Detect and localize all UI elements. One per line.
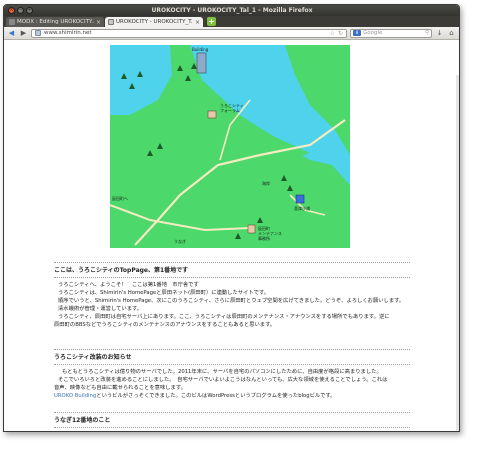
map-building-icon (196, 52, 207, 74)
tab-label: MODX : Editing UROKOCITY... (17, 19, 94, 25)
section-toppage: ここは、うろこシティのTopPage、第1番地です うろこシティへ、ようこそ！ … (54, 262, 410, 329)
page-favicon-icon (9, 19, 15, 25)
text-line: そこでいろいろと改装を進めることにしました。 自宅サーバでいよいよこうはなんとい… (58, 377, 388, 383)
map-label-unagi: うなぎ (174, 238, 186, 244)
close-tab-icon[interactable]: × (96, 19, 101, 26)
page-content: Building うろこシティ フォーラム 辰田町へ 海岸 亜津沙浦 うなぎ 辰… (4, 40, 459, 431)
back-arrow-icon[interactable]: ◀ (7, 29, 16, 38)
map-forum-icon (207, 110, 217, 119)
minimize-window-button[interactable]: – (17, 7, 24, 14)
navigation-bar: ◀ ▶ www.shimirin.net ☆ ↻ 8 Google ⚲ ↓ ⌂ (4, 27, 459, 40)
title-bar: × – + UROKOCITY - UROKOCITY_Tal_1 - Mozi… (4, 5, 459, 16)
bookmark-star-icon[interactable]: ☆ (330, 30, 335, 37)
section-heading: うろこシティ改装のお知らせ (54, 354, 132, 361)
section-body: うろこシティへ、ようこそ！ ここは第1番地 市庁舎です うろこシティは、Shim… (54, 278, 410, 329)
search-input[interactable]: Google (363, 30, 423, 36)
uroko-building-link[interactable]: UROKO Building (54, 393, 96, 399)
new-tab-button[interactable]: + (207, 17, 216, 26)
map-park-icon (295, 194, 305, 204)
tab-modx-editing[interactable]: MODX : Editing UROKOCITY... × (6, 17, 104, 27)
map-label-kaigan: 海岸 (262, 180, 270, 186)
divider (54, 427, 410, 428)
map-label-tatsuta: 辰田町へ (112, 196, 128, 201)
text-line: うろこシティは、Shimirin's HomePageと辰田ネット(辰田町）に連… (58, 290, 270, 296)
site-identity-icon[interactable] (35, 30, 41, 36)
text-line: 辰田町のBBSなどでうろこシティのメンテナンスのアナウンスをすることもあると思い… (54, 322, 276, 328)
section-body: もともとうろこシティは億り物のサーバでした。2011年末に、サーバを自宅のパソコ… (54, 365, 410, 400)
text-line-rest: というビルがさっそくできました。このビルはWordPressというブログラムを使… (96, 393, 336, 399)
forward-arrow-icon[interactable]: ▶ (19, 29, 28, 38)
search-magnifier-icon[interactable]: ⚲ (425, 30, 429, 36)
page-scrollbar[interactable] (456, 75, 459, 431)
home-icon[interactable]: ⌂ (447, 29, 456, 38)
text-line: うろこシティへ、ようこそ！ ここは第1番地 市庁舎です (58, 282, 199, 288)
text-line: 音声、映像なども自由に載せられることを意味します。 (54, 385, 186, 391)
reload-icon[interactable]: ↻ (338, 30, 343, 37)
download-arrow-icon[interactable]: ↓ (435, 29, 444, 38)
city-map-image: Building うろこシティ フォーラム 辰田町へ 海岸 亜津沙浦 うなぎ 辰… (110, 45, 350, 248)
map-label-park: 亜津沙浦 (294, 205, 310, 211)
map-office-icon (247, 224, 256, 234)
text-line: 順序でいうと、Shimirin's HomePage、次にこのうろこシティ、さら… (58, 298, 405, 304)
text-line: もともとうろこシティは億り物のサーバでした。2011年末に、サーバを自宅のパソコ… (62, 369, 382, 375)
maximize-window-button[interactable]: + (26, 7, 33, 14)
text-line: 清水蛾術が管理・運営しています。 (58, 306, 143, 312)
map-label-building: Building (192, 47, 209, 52)
window-title: UROKOCITY - UROKOCITY_Tal_1 - Mozilla Fi… (151, 7, 313, 14)
text-line: UROKO Buildingというビルがさっそくできました。このビルはWordP… (54, 392, 410, 400)
search-box[interactable]: 8 Google ⚲ (350, 28, 432, 38)
tab-bar: MODX : Editing UROKOCITY... × UROKOCITY … (4, 16, 459, 27)
page-favicon-icon (108, 19, 114, 25)
section-unagi: うなぎ12番地のこと (54, 412, 410, 428)
section-renovation: うろこシティ改装のお知らせ もともとうろこシティは億り物のサーバでした。2011… (54, 349, 410, 400)
tab-label: UROKOCITY - UROKOCITY_T... (116, 19, 193, 25)
close-window-button[interactable]: × (8, 7, 15, 14)
close-tab-icon[interactable]: × (195, 19, 200, 26)
url-text: www.shimirin.net (44, 30, 92, 36)
tab-urokocity[interactable]: UROKOCITY - UROKOCITY_T... × (105, 17, 203, 27)
browser-window: × – + UROKOCITY - UROKOCITY_Tal_1 - Mozi… (3, 4, 460, 432)
section-heading: ここは、うろこシティのTopPage、第1番地です (54, 267, 189, 274)
section-heading: うなぎ12番地のこと (54, 417, 111, 424)
search-engine-icon[interactable]: 8 (353, 30, 361, 36)
text-line: うろこシティ、辰田町は自宅サーバ上にあります。ここ、うろこシティは辰田町のメンテ… (58, 314, 390, 320)
address-bar[interactable]: www.shimirin.net ☆ ↻ (31, 28, 347, 38)
